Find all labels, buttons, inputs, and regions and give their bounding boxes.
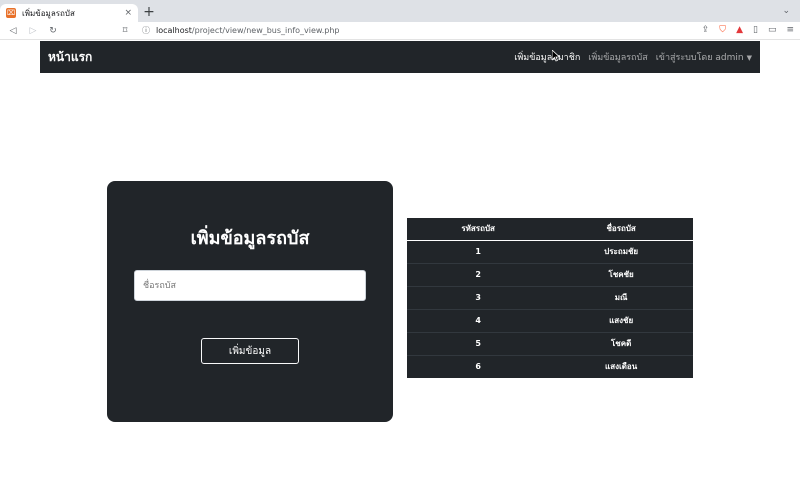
browser-toolbar: ◁ ▷ ↻ ⌑ ⓘ localhost/project/view/new_bus… [0, 22, 800, 40]
bookmark-icon[interactable]: ⌑ [118, 26, 132, 36]
navbar-brand[interactable]: หน้าแรก [48, 48, 92, 67]
cell-bus-name: แสงชัย [549, 308, 693, 332]
nav-links: เพิ่มข้อมูลสมาชิก เพิ่มข้อมูลรถบัส เข้าส… [514, 50, 752, 64]
add-data-button[interactable]: เพิ่มข้อมูล [201, 338, 299, 364]
reload-icon[interactable]: ↻ [44, 26, 62, 36]
brave-rewards-icon[interactable]: ▲ [736, 25, 743, 35]
caret-down-icon: ▼ [746, 54, 752, 62]
brave-shields-icon[interactable]: ⛉ [719, 25, 726, 35]
table-header-row: รหัสรถบัส ชื่อรถบัส [407, 218, 693, 241]
table-row: 5 โชคดี [407, 331, 693, 355]
nav-link-add-bus[interactable]: เพิ่มข้อมูลรถบัส [588, 50, 647, 64]
tab-title: เพิ่มข้อมูลรถบัส [22, 8, 75, 18]
cell-bus-name: มณี [549, 285, 693, 309]
share-icon[interactable]: ⇪ [702, 25, 710, 35]
table-row: 4 แสงชัย [407, 308, 693, 332]
mouse-cursor-icon [552, 50, 560, 62]
table-row: 1 ประถมชัย [407, 239, 693, 263]
table-row: 6 แสงเดือน [407, 354, 693, 378]
tab-close-icon[interactable]: × [124, 8, 132, 18]
user-dropdown-label: เข้าสู่ระบบโดย admin [655, 53, 744, 63]
cell-bus-name: โชคดี [549, 331, 693, 355]
tab-search-icon[interactable]: ⌄ [782, 6, 790, 16]
bus-name-input[interactable] [134, 270, 366, 301]
cell-bus-id: 3 [407, 285, 550, 309]
cell-bus-id: 4 [407, 308, 550, 332]
bus-table: รหัสรถบัส ชื่อรถบัส 1 ประถมชัย 2 โชคชัย … [407, 218, 693, 378]
sidebar-icon[interactable]: ▯ [753, 25, 758, 35]
header-bus-id: รหัสรถบัส [407, 218, 550, 241]
cell-bus-id: 1 [407, 239, 550, 263]
table-row: 2 โชคชัย [407, 262, 693, 286]
cell-bus-id: 2 [407, 262, 550, 286]
add-bus-form-card: เพิ่มข้อมูลรถบัส เพิ่มข้อมูล [107, 181, 393, 422]
header-bus-name: ชื่อรถบัส [549, 218, 693, 241]
cell-bus-name: แสงเดือน [549, 354, 693, 378]
menu-icon[interactable]: ≡ [786, 25, 794, 35]
url-path: /project/view/new_bus_info_view.php [191, 26, 340, 35]
cell-bus-name: ประถมชัย [549, 239, 693, 263]
url-host: localhost [156, 26, 192, 35]
new-tab-button[interactable]: + [142, 5, 156, 19]
browser-tab[interactable]: ⌧ เพิ่มข้อมูลรถบัส × [0, 4, 138, 22]
site-info-icon[interactable]: ⓘ [142, 25, 150, 36]
nav-link-user-dropdown[interactable]: เข้าสู่ระบบโดย admin ▼ [656, 50, 752, 64]
wallet-icon[interactable]: ▭ [768, 25, 777, 35]
cell-bus-name: โชคชัย [549, 262, 693, 286]
cell-bus-id: 6 [407, 354, 550, 378]
browser-tab-strip: ⌧ เพิ่มข้อมูลรถบัส × + ⌄ [0, 0, 800, 22]
address-bar[interactable]: ⓘ localhost/project/view/new_bus_info_vi… [142, 25, 340, 36]
form-title: เพิ่มข้อมูลรถบัส [190, 228, 310, 249]
xampp-favicon-icon: ⌧ [6, 8, 16, 18]
table-row: 3 มณี [407, 285, 693, 309]
app-navbar: หน้าแรก เพิ่มข้อมูลสมาชิก เพิ่มข้อมูลรถบ… [40, 41, 760, 73]
cell-bus-id: 5 [407, 331, 550, 355]
nav-link-add-member[interactable]: เพิ่มข้อมูลสมาชิก [514, 50, 580, 64]
forward-icon[interactable]: ▷ [24, 26, 42, 36]
back-icon[interactable]: ◁ [4, 26, 22, 36]
